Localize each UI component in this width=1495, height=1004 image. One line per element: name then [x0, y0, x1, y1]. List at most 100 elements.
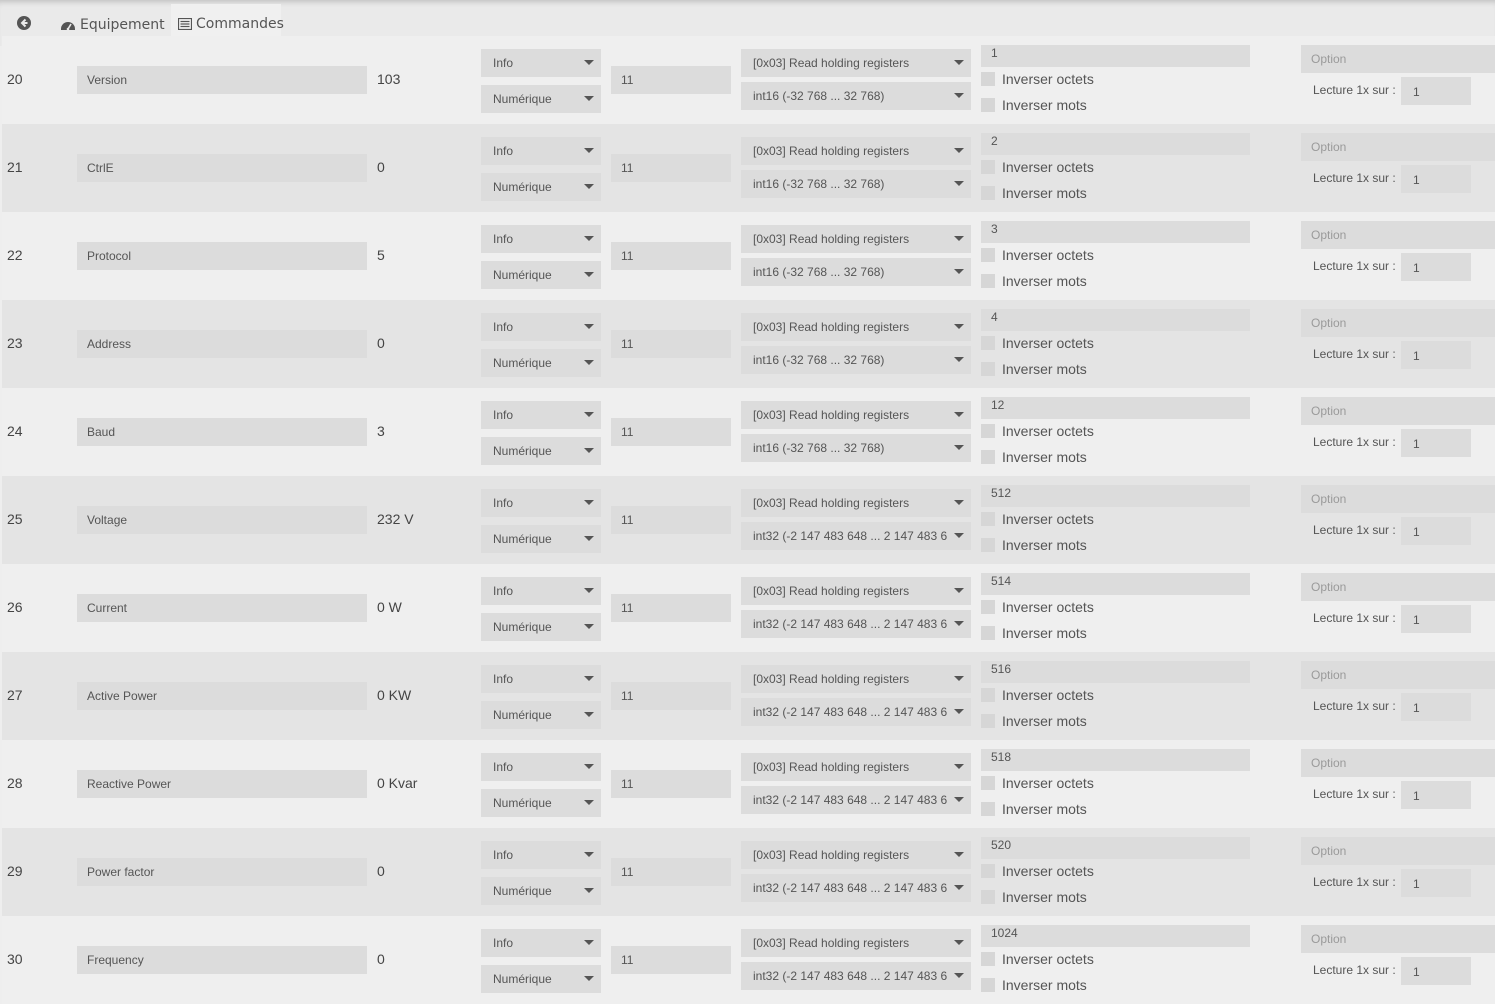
register-address-input[interactable]: 3	[981, 221, 1250, 243]
invert-bytes-checkbox[interactable]: Inverser octets	[981, 773, 1094, 793]
register-address-input[interactable]: 520	[981, 837, 1250, 859]
read-frequency-input[interactable]: 1	[1401, 957, 1471, 985]
checkbox-box[interactable]	[981, 776, 995, 790]
type-select[interactable]: Info	[481, 665, 601, 693]
invert-bytes-checkbox[interactable]: Inverser octets	[981, 245, 1094, 265]
function-select[interactable]: [0x03] Read holding registers	[741, 489, 971, 517]
slave-id-input[interactable]: 11	[611, 418, 731, 446]
read-frequency-input[interactable]: 1	[1401, 869, 1471, 897]
invert-bytes-checkbox[interactable]: Inverser octets	[981, 333, 1094, 353]
read-frequency-input[interactable]: 1	[1401, 605, 1471, 633]
read-frequency-input[interactable]: 1	[1401, 165, 1471, 193]
option-input[interactable]: Option	[1301, 45, 1495, 73]
type-select[interactable]: Info	[481, 49, 601, 77]
subtype-select[interactable]: Numérique	[481, 525, 601, 553]
read-frequency-input[interactable]: 1	[1401, 341, 1471, 369]
slave-id-input[interactable]: 11	[611, 946, 731, 974]
register-address-input[interactable]: 514	[981, 573, 1250, 595]
register-address-input[interactable]: 1	[981, 45, 1250, 67]
subtype-select[interactable]: Numérique	[481, 877, 601, 905]
type-select[interactable]: Info	[481, 753, 601, 781]
subtype-select[interactable]: Numérique	[481, 85, 601, 113]
function-select[interactable]: [0x03] Read holding registers	[741, 401, 971, 429]
function-select[interactable]: [0x03] Read holding registers	[741, 225, 971, 253]
checkbox-box[interactable]	[981, 160, 995, 174]
option-input[interactable]: Option	[1301, 397, 1495, 425]
subtype-select[interactable]: Numérique	[481, 261, 601, 289]
command-name-input[interactable]: Version	[77, 66, 367, 94]
checkbox-box[interactable]	[981, 274, 995, 288]
type-select[interactable]: Info	[481, 313, 601, 341]
option-input[interactable]: Option	[1301, 661, 1495, 689]
checkbox-box[interactable]	[981, 688, 995, 702]
checkbox-box[interactable]	[981, 450, 995, 464]
option-input[interactable]: Option	[1301, 837, 1495, 865]
slave-id-input[interactable]: 11	[611, 770, 731, 798]
subtype-select[interactable]: Numérique	[481, 349, 601, 377]
function-select[interactable]: [0x03] Read holding registers	[741, 929, 971, 957]
format-select[interactable]: int32 (-2 147 483 648 ... 2 147 483 6	[741, 522, 971, 550]
type-select[interactable]: Info	[481, 841, 601, 869]
format-select[interactable]: int32 (-2 147 483 648 ... 2 147 483 6	[741, 874, 971, 902]
slave-id-input[interactable]: 11	[611, 682, 731, 710]
read-frequency-input[interactable]: 1	[1401, 77, 1471, 105]
invert-bytes-checkbox[interactable]: Inverser octets	[981, 421, 1094, 441]
register-address-input[interactable]: 1024	[981, 925, 1250, 947]
command-name-input[interactable]: Address	[77, 330, 367, 358]
checkbox-box[interactable]	[981, 864, 995, 878]
function-select[interactable]: [0x03] Read holding registers	[741, 753, 971, 781]
checkbox-box[interactable]	[981, 978, 995, 992]
invert-words-checkbox[interactable]: Inverser mots	[981, 711, 1087, 731]
checkbox-box[interactable]	[981, 336, 995, 350]
subtype-select[interactable]: Numérique	[481, 789, 601, 817]
command-name-input[interactable]: Reactive Power	[77, 770, 367, 798]
invert-words-checkbox[interactable]: Inverser mots	[981, 799, 1087, 819]
format-select[interactable]: int32 (-2 147 483 648 ... 2 147 483 6	[741, 698, 971, 726]
invert-words-checkbox[interactable]: Inverser mots	[981, 359, 1087, 379]
option-input[interactable]: Option	[1301, 573, 1495, 601]
slave-id-input[interactable]: 11	[611, 242, 731, 270]
option-input[interactable]: Option	[1301, 925, 1495, 953]
invert-words-checkbox[interactable]: Inverser mots	[981, 183, 1087, 203]
command-name-input[interactable]: Current	[77, 594, 367, 622]
checkbox-box[interactable]	[981, 362, 995, 376]
type-select[interactable]: Info	[481, 489, 601, 517]
format-select[interactable]: int16 (-32 768 ... 32 768)	[741, 170, 971, 198]
command-name-input[interactable]: Power factor	[77, 858, 367, 886]
slave-id-input[interactable]: 11	[611, 330, 731, 358]
option-input[interactable]: Option	[1301, 749, 1495, 777]
invert-bytes-checkbox[interactable]: Inverser octets	[981, 509, 1094, 529]
checkbox-box[interactable]	[981, 714, 995, 728]
register-address-input[interactable]: 2	[981, 133, 1250, 155]
format-select[interactable]: int16 (-32 768 ... 32 768)	[741, 82, 971, 110]
command-name-input[interactable]: Frequency	[77, 946, 367, 974]
slave-id-input[interactable]: 11	[611, 594, 731, 622]
command-name-input[interactable]: Voltage	[77, 506, 367, 534]
invert-words-checkbox[interactable]: Inverser mots	[981, 535, 1087, 555]
checkbox-box[interactable]	[981, 98, 995, 112]
format-select[interactable]: int32 (-2 147 483 648 ... 2 147 483 6	[741, 962, 971, 990]
invert-bytes-checkbox[interactable]: Inverser octets	[981, 685, 1094, 705]
slave-id-input[interactable]: 11	[611, 506, 731, 534]
slave-id-input[interactable]: 11	[611, 154, 731, 182]
invert-bytes-checkbox[interactable]: Inverser octets	[981, 157, 1094, 177]
checkbox-box[interactable]	[981, 72, 995, 86]
register-address-input[interactable]: 518	[981, 749, 1250, 771]
option-input[interactable]: Option	[1301, 221, 1495, 249]
register-address-input[interactable]: 512	[981, 485, 1250, 507]
subtype-select[interactable]: Numérique	[481, 437, 601, 465]
type-select[interactable]: Info	[481, 401, 601, 429]
checkbox-box[interactable]	[981, 952, 995, 966]
register-address-input[interactable]: 4	[981, 309, 1250, 331]
type-select[interactable]: Info	[481, 225, 601, 253]
invert-bytes-checkbox[interactable]: Inverser octets	[981, 949, 1094, 969]
checkbox-box[interactable]	[981, 512, 995, 526]
subtype-select[interactable]: Numérique	[481, 965, 601, 993]
checkbox-box[interactable]	[981, 424, 995, 438]
option-input[interactable]: Option	[1301, 309, 1495, 337]
invert-words-checkbox[interactable]: Inverser mots	[981, 95, 1087, 115]
type-select[interactable]: Info	[481, 929, 601, 957]
subtype-select[interactable]: Numérique	[481, 613, 601, 641]
slave-id-input[interactable]: 11	[611, 858, 731, 886]
invert-bytes-checkbox[interactable]: Inverser octets	[981, 597, 1094, 617]
